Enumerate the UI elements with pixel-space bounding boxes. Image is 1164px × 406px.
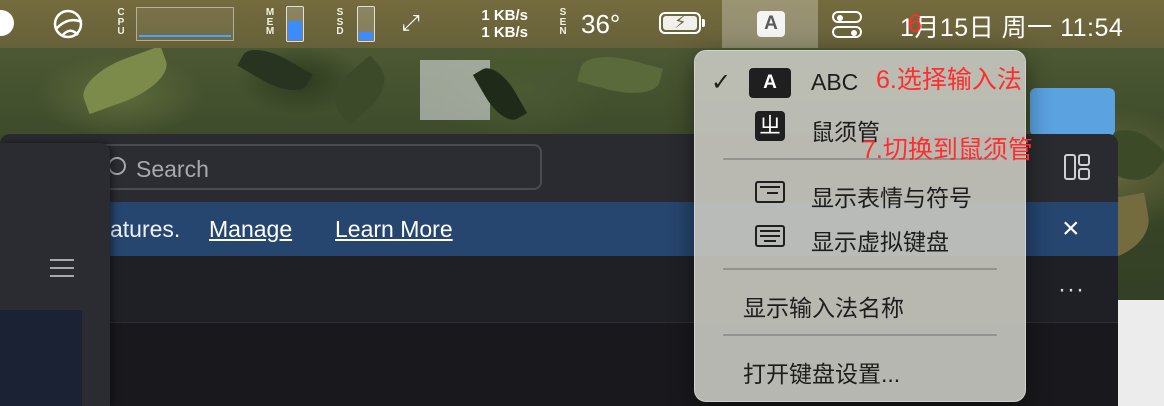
keyboard-icon xyxy=(755,225,785,247)
emoji-keyboard-icon xyxy=(755,181,785,203)
manage-link[interactable]: Manage xyxy=(209,216,292,243)
checkmark-icon: ✓ xyxy=(711,69,732,96)
mem-label: MEM xyxy=(265,7,275,37)
hamburger-menu-icon[interactable] xyxy=(50,259,74,283)
menu-item-label: ABC xyxy=(811,69,859,95)
expand-arrows-icon[interactable]: ⤢ xyxy=(402,10,420,36)
close-icon[interactable]: × xyxy=(1062,212,1080,246)
temperature-readout[interactable]: 36° xyxy=(581,9,620,40)
ssd-usage-bar[interactable] xyxy=(357,6,375,42)
desktop-folder-icon[interactable] xyxy=(1030,88,1115,136)
annotation-step-digit: 6 xyxy=(908,10,922,38)
menu-item-keyboard-settings[interactable]: 打开键盘设置... xyxy=(695,347,1025,391)
cpu-usage-graph[interactable] xyxy=(136,7,234,41)
desktop-window-edge xyxy=(1118,300,1164,406)
more-options-icon[interactable]: ··· xyxy=(1058,276,1085,304)
app-menu-icon[interactable] xyxy=(0,10,14,36)
network-upload: 1 KB/s xyxy=(481,7,528,24)
menu-item-virtual-keyboard[interactable]: 显示虚拟键盘 xyxy=(695,215,1025,259)
search-placeholder: Search xyxy=(136,156,209,182)
menu-item-emoji-symbols[interactable]: 显示表情与符号 xyxy=(695,171,1025,215)
menu-item-label: 打开键盘设置... xyxy=(743,361,901,387)
battery-icon[interactable]: ⚡ xyxy=(659,12,705,34)
sensor-label: SEN xyxy=(559,7,567,37)
charging-bolt-icon: ⚡ xyxy=(674,12,687,32)
side-panel-content xyxy=(0,310,82,406)
menu-item-show-input-name[interactable]: 显示输入法名称 xyxy=(695,281,1025,325)
menu-bar: CPU MEM SSD ⤢ 1 KB/s 1 KB/s SEN 36° ⚡ A … xyxy=(0,0,1164,48)
menubar-clock[interactable]: 1月15日 周一 11:54 xyxy=(900,8,1123,44)
network-speed[interactable]: 1 KB/s 1 KB/s xyxy=(472,7,528,41)
ssd-label: SSD xyxy=(336,7,344,37)
control-center-icon[interactable] xyxy=(832,9,862,39)
stats-globe-icon[interactable] xyxy=(52,8,86,45)
menu-separator xyxy=(723,268,997,270)
input-source-menu-button[interactable]: A xyxy=(722,0,818,48)
menu-item-label: 显示虚拟键盘 xyxy=(811,229,949,255)
annotation-step-6: 6.选择输入法 xyxy=(876,66,1022,94)
menu-separator xyxy=(723,334,997,336)
menu-item-label: 显示输入法名称 xyxy=(743,295,904,321)
cpu-label: CPU xyxy=(117,7,125,37)
menu-item-label: 显示表情与符号 xyxy=(811,185,972,211)
annotation-step-7: 7.切换到鼠须管 xyxy=(862,136,1033,164)
search-icon xyxy=(108,157,126,175)
input-source-badge: A xyxy=(757,11,785,37)
notice-text: atures. xyxy=(110,216,181,242)
learn-more-link[interactable]: Learn More xyxy=(335,216,453,243)
memory-usage-bar[interactable] xyxy=(286,6,304,42)
abc-input-icon: A xyxy=(749,68,791,98)
squirrel-input-icon: ㄓ xyxy=(755,111,785,141)
network-download: 1 KB/s xyxy=(481,24,528,41)
search-field[interactable]: Search xyxy=(98,144,542,190)
input-source-menu: ✓ A ABC ㄓ 鼠须管 显示表情与符号 显示虚拟键盘 显示输入法名称 打开键… xyxy=(694,50,1026,402)
layout-grid-icon[interactable] xyxy=(1064,154,1090,180)
